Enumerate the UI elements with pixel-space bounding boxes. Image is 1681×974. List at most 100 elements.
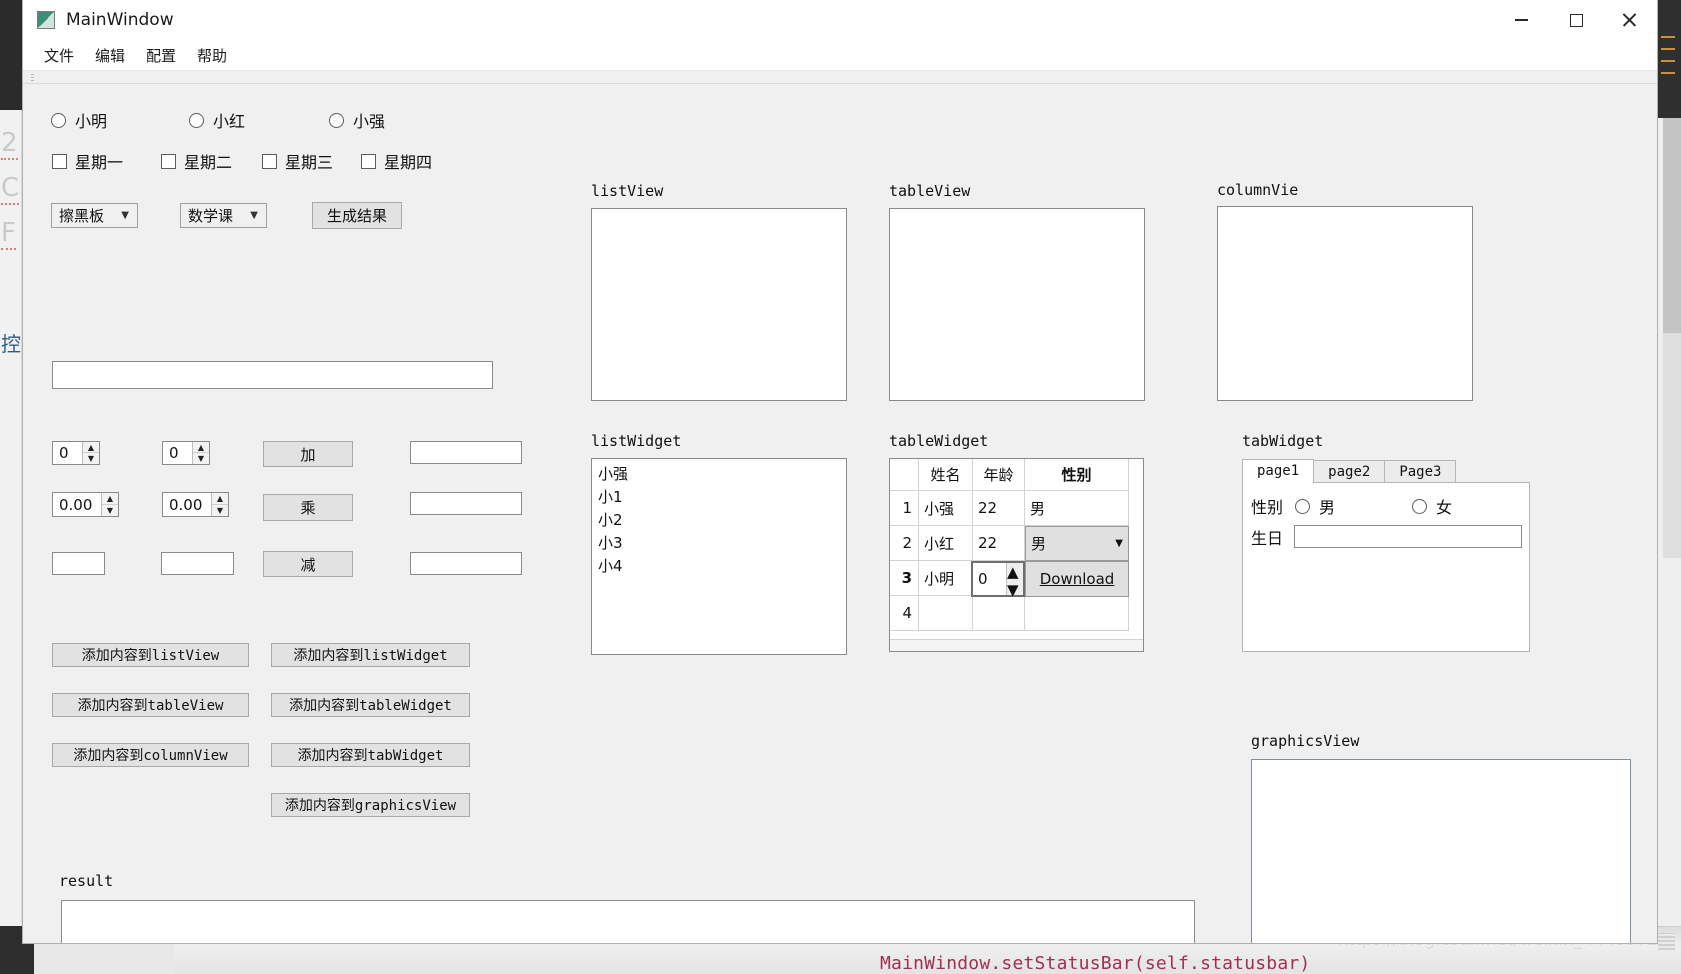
tab-page1[interactable]: page1 <box>1242 459 1315 483</box>
checkbox-label: 星期二 <box>184 153 233 172</box>
column-header-name[interactable]: 姓名 <box>919 459 973 491</box>
add-to-columnview-button[interactable]: 添加内容到columnView <box>52 743 249 767</box>
tool-bar[interactable] <box>23 71 1657 84</box>
add-to-tableview-button[interactable]: 添加内容到tableView <box>52 693 249 717</box>
double-spinbox-b[interactable]: 0.00 ▲ ▼ <box>162 492 229 517</box>
double-spinbox-a[interactable]: 0.00 ▲ ▼ <box>52 492 119 517</box>
result-textedit[interactable] <box>61 900 1195 943</box>
spinner-buttons[interactable]: ▲ ▼ <box>192 442 209 464</box>
add-button[interactable]: 加 <box>263 441 353 467</box>
graphicsview[interactable] <box>1251 759 1631 943</box>
table-cell-name[interactable]: 小强 <box>919 491 973 526</box>
menu-item-edit[interactable]: 编辑 <box>86 42 134 69</box>
checkbox-tuesday[interactable]: 星期二 <box>161 149 232 173</box>
int-spinbox-a[interactable]: 0 ▲ ▼ <box>52 441 100 465</box>
add-to-graphicsview-button[interactable]: 添加内容到graphicsView <box>271 793 470 817</box>
table-cell-name[interactable]: 小红 <box>919 526 973 561</box>
table-cell-name[interactable]: 小明 <box>919 561 973 596</box>
multiply-button[interactable]: 乘 <box>263 494 353 521</box>
radio-label: 男 <box>1319 498 1336 517</box>
background-scrollbar-track[interactable] <box>1663 333 1681 558</box>
spinner-up-icon[interactable]: ▲ <box>212 493 228 505</box>
add-result-input[interactable] <box>410 441 522 464</box>
birthday-input[interactable] <box>1294 525 1522 548</box>
radio-xiaoming[interactable]: 小明 <box>51 108 107 132</box>
list-item[interactable]: 小4 <box>594 554 844 577</box>
spinner-down-icon[interactable]: ▼ <box>212 505 228 517</box>
int-spinbox-b[interactable]: 0 ▲ ▼ <box>162 441 210 465</box>
spinner-up-icon[interactable]: ▲ <box>1007 563 1023 581</box>
table-cell-age[interactable]: 22 <box>973 491 1025 526</box>
gender-combo-cell[interactable]: 男 ▼ <box>1025 526 1129 561</box>
add-to-listwidget-button[interactable]: 添加内容到listWidget <box>271 643 470 667</box>
background-ghost-char: 2 <box>1 128 18 160</box>
table-cell-gender[interactable]: 男 <box>1025 491 1129 526</box>
background-scrollbar-thumb[interactable] <box>1663 118 1681 333</box>
checkbox-monday[interactable]: 星期一 <box>52 149 123 173</box>
spinner-up-icon[interactable]: ▲ <box>102 493 118 505</box>
column-header-gender[interactable]: 性别 <box>1025 459 1129 491</box>
subtract-result-input[interactable] <box>410 552 522 575</box>
subtract-button[interactable]: 减 <box>263 551 353 577</box>
add-to-tabwidget-button[interactable]: 添加内容到tabWidget <box>271 743 470 767</box>
multiply-result-input[interactable] <box>410 492 522 515</box>
menu-item-config[interactable]: 配置 <box>137 42 185 69</box>
maximize-button[interactable] <box>1550 0 1602 40</box>
row-header[interactable]: 4 <box>890 596 919 631</box>
sub-operand-b-input[interactable] <box>161 552 234 575</box>
table-cell-age[interactable] <box>973 596 1025 631</box>
spinner-down-icon[interactable]: ▼ <box>83 453 99 464</box>
list-item[interactable]: 小强 <box>594 462 844 485</box>
spinner-down-icon[interactable]: ▼ <box>193 453 209 464</box>
column-header-age[interactable]: 年龄 <box>973 459 1025 491</box>
radio-circle-icon <box>189 112 204 128</box>
tablewidget[interactable]: 姓名 年龄 性别 1 小强 22 男 2 小红 22 3 小明 4 男 ▼ 0 … <box>889 458 1144 652</box>
sub-operand-a-input[interactable] <box>52 552 105 575</box>
spinner-down-icon[interactable]: ▼ <box>1007 581 1023 599</box>
table-cell-gender[interactable] <box>1025 596 1129 631</box>
tableview[interactable] <box>889 208 1145 401</box>
spinner-up-icon[interactable]: ▲ <box>193 442 209 453</box>
combo-task[interactable]: 擦黑板 ▼ <box>51 203 138 228</box>
radio-xiaoqiang[interactable]: 小强 <box>329 108 385 132</box>
listview[interactable] <box>591 208 847 401</box>
generate-result-button[interactable]: 生成结果 <box>312 202 402 229</box>
add-to-listview-button[interactable]: 添加内容到listView <box>52 643 249 667</box>
download-label-underline: Download <box>1039 570 1115 588</box>
spinner-buttons[interactable]: ▲ ▼ <box>101 493 118 516</box>
list-item[interactable]: 小3 <box>594 531 844 554</box>
menu-item-help[interactable]: 帮助 <box>188 42 236 69</box>
download-button[interactable]: Download <box>1025 561 1129 597</box>
spinner-up-icon[interactable]: ▲ <box>83 442 99 453</box>
row-header[interactable]: 1 <box>890 491 919 526</box>
background-ghost-char: 控 <box>1 332 21 356</box>
table-cell-age[interactable]: 22 <box>973 526 1025 561</box>
table-cell-name[interactable] <box>919 596 973 631</box>
menu-item-file[interactable]: 文件 <box>35 42 83 69</box>
columnview[interactable] <box>1217 206 1473 401</box>
radio-female[interactable]: 女 <box>1412 494 1452 518</box>
radio-xiaohong[interactable]: 小红 <box>189 108 245 132</box>
tab-page2[interactable]: page2 <box>1313 460 1386 483</box>
checkbox-thursday[interactable]: 星期四 <box>361 149 432 173</box>
add-to-tablewidget-button[interactable]: 添加内容到tableWidget <box>271 693 470 717</box>
minimize-button[interactable] <box>1495 0 1547 40</box>
listwidget[interactable]: 小强 小1 小2 小3 小4 <box>591 458 847 655</box>
spinner-buttons[interactable]: ▲ ▼ <box>82 442 99 464</box>
age-spinbox-editor[interactable]: 0 ▲ ▼ <box>971 561 1025 599</box>
combo-class[interactable]: 数学课 ▼ <box>180 203 267 228</box>
list-item[interactable]: 小1 <box>594 485 844 508</box>
spinner-buttons[interactable]: ▲ ▼ <box>1006 563 1023 599</box>
main-text-input[interactable] <box>52 361 493 389</box>
toolbar-grip-icon[interactable] <box>31 74 34 81</box>
download-button-label: Download <box>1040 570 1115 588</box>
list-item[interactable]: 小2 <box>594 508 844 531</box>
radio-male[interactable]: 男 <box>1295 494 1335 518</box>
checkbox-wednesday[interactable]: 星期三 <box>262 149 333 173</box>
close-button[interactable] <box>1603 0 1655 40</box>
row-header[interactable]: 2 <box>890 526 919 561</box>
row-header[interactable]: 3 <box>890 561 919 596</box>
tab-page3[interactable]: Page3 <box>1384 460 1457 483</box>
spinner-buttons[interactable]: ▲ ▼ <box>211 493 228 516</box>
spinner-down-icon[interactable]: ▼ <box>102 505 118 517</box>
